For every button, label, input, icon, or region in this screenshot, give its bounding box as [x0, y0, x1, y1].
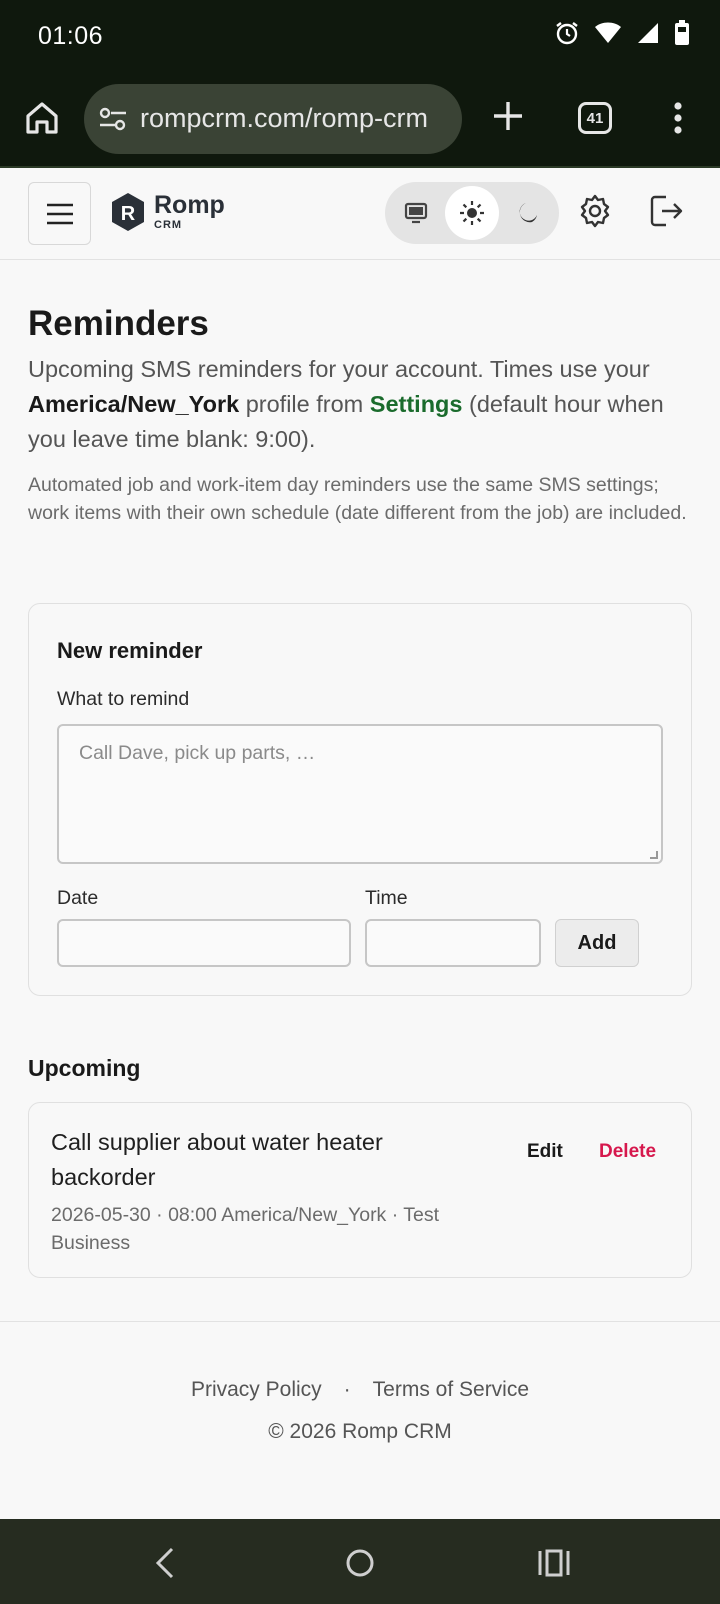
signal-icon: [638, 23, 658, 43]
url-bar[interactable]: rompcrm.com/romp-crm: [84, 84, 462, 154]
settings-link[interactable]: Settings: [370, 391, 463, 417]
romp-logo[interactable]: R Romp CRM: [110, 192, 225, 232]
recents-button[interactable]: [534, 1545, 574, 1581]
home-icon: [26, 102, 58, 134]
edit-button[interactable]: Edit: [527, 1141, 563, 1163]
battery-icon: [675, 20, 689, 45]
new-tab-button[interactable]: [488, 96, 528, 136]
new-reminder-heading: New reminder: [57, 638, 203, 663]
svg-text:R: R: [121, 203, 136, 225]
brand-sub: CRM: [154, 219, 183, 231]
gear-icon: [580, 194, 610, 228]
time-input[interactable]: [365, 919, 541, 967]
menu-button[interactable]: [28, 182, 91, 245]
browser-toolbar: rompcrm.com/romp-crm 41: [0, 72, 720, 168]
page-title: Reminders: [28, 304, 209, 343]
reminder-title: Call supplier about water heater backord…: [51, 1129, 383, 1190]
more-vert-icon: [674, 102, 682, 134]
status-bar: 01:06: [0, 0, 720, 72]
time-label: Time: [365, 887, 408, 909]
status-time: 01:06: [38, 22, 104, 50]
reminder-item: Call supplier about water heater backord…: [28, 1102, 692, 1278]
what-to-remind-textarea[interactable]: Call Dave, pick up parts, …: [57, 724, 663, 864]
brand-text: Romp CRM: [154, 193, 225, 231]
settings-button[interactable]: [576, 192, 614, 230]
lead-text-2: profile from: [239, 391, 370, 417]
logout-icon: [650, 195, 683, 227]
date-input[interactable]: [57, 919, 351, 967]
hamburger-icon: [46, 203, 73, 224]
back-chevron-icon: [155, 1547, 174, 1579]
moon-icon: [519, 203, 537, 223]
back-button[interactable]: [146, 1545, 186, 1581]
main-content: Reminders Upcoming SMS reminders for you…: [28, 260, 692, 527]
delete-button[interactable]: Delete: [599, 1141, 656, 1163]
app-header: R Romp CRM: [0, 168, 720, 260]
new-reminder-card: New reminder What to remind Call Dave, p…: [28, 603, 692, 996]
romp-logo-mark-icon: R: [112, 193, 144, 231]
date-label: Date: [57, 887, 99, 909]
theme-toggle: [385, 182, 559, 244]
wifi-icon: [595, 22, 621, 43]
page-footer: Privacy Policy · Terms of Service © 2026 R…: [0, 1321, 720, 1519]
url-text: rompcrm.com/romp-crm: [140, 103, 428, 133]
system-nav-bar: [0, 1519, 720, 1604]
circle-home-icon: [346, 1549, 374, 1577]
reminder-meta: 2026-05-30 · 08:00 America/New_York · Te…: [51, 1204, 440, 1254]
status-icons: [554, 20, 690, 46]
theme-dark-option[interactable]: [501, 186, 555, 240]
what-to-remind-label: What to remind: [57, 688, 190, 710]
logout-button[interactable]: [646, 192, 684, 230]
site-settings-icon: [99, 107, 126, 131]
footer-separator: ·: [343, 1378, 351, 1401]
theme-system-option[interactable]: [389, 186, 443, 240]
copyright: © 2026 Romp CRM: [268, 1420, 452, 1443]
upcoming-heading: Upcoming: [28, 1055, 141, 1081]
timezone-text: America/New_York: [28, 391, 240, 417]
browser-menu-button[interactable]: [664, 98, 692, 138]
theme-light-option[interactable]: [445, 186, 499, 240]
page-note: Automated job and work-item day reminder…: [28, 474, 687, 524]
footer-links: Privacy Policy · Terms of Service: [0, 1378, 720, 1402]
terms-of-service-link[interactable]: Terms of Service: [373, 1378, 529, 1401]
brand-name: Romp: [154, 191, 225, 219]
page-description: Upcoming SMS reminders for your account.…: [28, 352, 692, 457]
tab-switcher-button[interactable]: 41: [578, 102, 612, 134]
alarm-icon: [556, 22, 578, 45]
plus-icon: [494, 102, 522, 130]
recents-icon: [538, 1549, 570, 1577]
add-button[interactable]: Add: [555, 919, 639, 967]
home-button[interactable]: [22, 98, 62, 138]
sun-icon: [460, 201, 484, 225]
monitor-icon: [404, 202, 428, 224]
home-nav-button[interactable]: [340, 1545, 380, 1581]
lead-text-1: Upcoming SMS reminders for your account.…: [28, 356, 650, 382]
privacy-policy-link[interactable]: Privacy Policy: [191, 1378, 322, 1401]
